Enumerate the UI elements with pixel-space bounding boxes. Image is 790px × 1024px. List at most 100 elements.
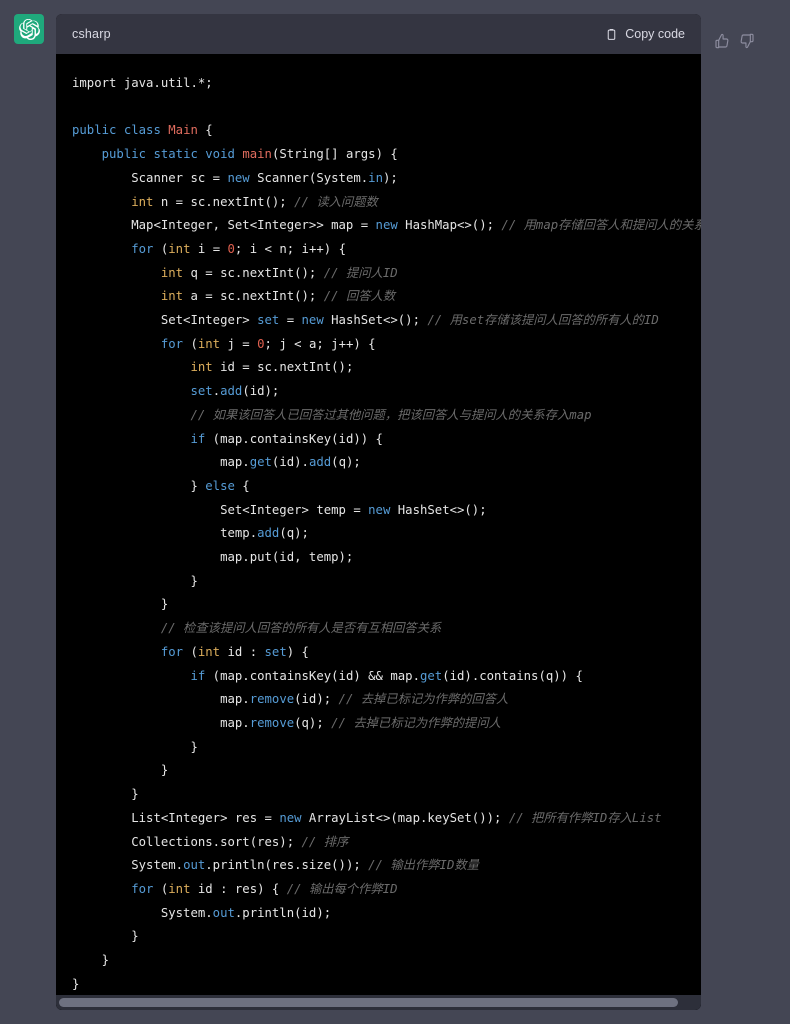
code-token: 0 (257, 337, 264, 351)
code-token: Main (168, 123, 198, 137)
code-token: // 回答人数 (324, 289, 395, 303)
code-token: } (190, 574, 197, 588)
code-token: add (257, 526, 279, 540)
code-token: // 检查该提问人回答的所有人是否有互相回答关系 (161, 621, 441, 635)
code-token: Scanner(System. (250, 171, 368, 185)
code-token: int (198, 645, 220, 659)
code-token: (q); (331, 455, 361, 469)
code-token: else (205, 479, 235, 493)
code-token: for (161, 645, 183, 659)
code-token: // 把所有作弊ID存入List (509, 811, 662, 825)
code-token: (q); (279, 526, 309, 540)
code-token: ; i < n; i++) { (235, 242, 346, 256)
code-token: int (131, 195, 153, 209)
code-token: add (309, 455, 331, 469)
code-token: ( (183, 337, 198, 351)
code-token: } (72, 977, 79, 991)
code-token: if (190, 669, 205, 683)
code-token: HashMap<>(); (398, 218, 502, 232)
code-token: new (302, 313, 324, 327)
code-token: for (131, 242, 153, 256)
code-token: HashSet<>(); (390, 503, 486, 517)
code-token: { (235, 479, 250, 493)
code-token: List<Integer> res = (131, 811, 279, 825)
thumbs-down-icon[interactable] (739, 33, 755, 49)
code-token: id : res) { (190, 882, 286, 896)
code-token: } (102, 953, 109, 967)
avatar (14, 14, 44, 44)
code-token: n = sc.nextInt(); (153, 195, 294, 209)
code-token: .println(res.size()); (205, 858, 368, 872)
code-token: = (279, 313, 301, 327)
code-scroll-area[interactable]: import java.util.*; public class Main { … (56, 54, 701, 1010)
chatgpt-logo-icon (19, 19, 40, 40)
code-token: for (161, 337, 183, 351)
code-token: // 提问人ID (324, 266, 398, 280)
clipboard-icon (605, 28, 618, 41)
code-token: map. (220, 692, 250, 706)
code-token: if (190, 432, 205, 446)
scrollbar-thumb[interactable] (59, 998, 678, 1007)
code-token: int (168, 242, 190, 256)
code-token: map.put(id, temp); (220, 550, 353, 564)
code-token: // 如果该回答人已回答过其他问题，把该回答人与提问人的关系存入map (190, 408, 591, 422)
message-reactions (701, 14, 755, 1024)
code-token: // 用set存储该提问人回答的所有人的ID (427, 313, 658, 327)
code-token: map. (220, 455, 250, 469)
copy-code-button[interactable]: Copy code (605, 27, 685, 41)
code-token: // 输出每个作弊ID (287, 882, 398, 896)
code-block-header: csharp Copy code (56, 14, 701, 54)
chat-message-row: csharp Copy code import java.util.*; pub… (0, 0, 790, 1024)
code-token: map. (220, 716, 250, 730)
code-token: int (190, 360, 212, 374)
code-token: Map<Integer, Set<Integer>> map = (131, 218, 375, 232)
code-token: set (265, 645, 287, 659)
code-token: // 排序 (302, 835, 349, 849)
code-token: } (131, 787, 138, 801)
thumbs-up-icon[interactable] (714, 33, 730, 49)
code-token: .println(id); (235, 906, 331, 920)
code-token: } (190, 740, 197, 754)
code-token: remove (250, 692, 294, 706)
code-token: id = sc.nextInt(); (213, 360, 354, 374)
code-token: int (161, 266, 183, 280)
code-token: // 去掉已标记为作弊的回答人 (339, 692, 509, 706)
code-language-label: csharp (72, 27, 605, 41)
code-token: ( (153, 882, 168, 896)
code-token: Collections.sort(res); (131, 835, 301, 849)
code-token: (String[] args) { (272, 147, 398, 161)
code-token: . (213, 384, 220, 398)
code-token: temp. (220, 526, 257, 540)
code-token: j = (220, 337, 257, 351)
code-token: get (420, 669, 442, 683)
code-token: (id).contains(q)) { (442, 669, 583, 683)
code-token: { (198, 123, 213, 137)
code-token: ); (383, 171, 398, 185)
code-token: } (131, 929, 138, 943)
code-token: // 输出作弊ID数量 (368, 858, 479, 872)
code-token: int (161, 289, 183, 303)
code-token: (id); (242, 384, 279, 398)
code-token: i = (190, 242, 227, 256)
code-token: } (161, 597, 168, 611)
code-token: new (279, 811, 301, 825)
message-content: csharp Copy code import java.util.*; pub… (56, 14, 790, 1024)
code-token: ArrayList<>(map.keySet()); (302, 811, 509, 825)
code-token: (q); (294, 716, 331, 730)
code-token: Set<Integer> (161, 313, 257, 327)
code-token: main (242, 147, 272, 161)
horizontal-scrollbar[interactable] (56, 995, 701, 1010)
code-token: // 用map存储回答人和提问人的关系 (501, 218, 701, 232)
code-token: id : (220, 645, 264, 659)
code-token: static (153, 147, 197, 161)
code-token: (id). (272, 455, 309, 469)
code-token: } (190, 479, 205, 493)
code-token: int (168, 882, 190, 896)
code-token: HashSet<>(); (324, 313, 428, 327)
code-token: ( (183, 645, 198, 659)
code-token (116, 123, 123, 137)
code-token: public (72, 123, 116, 137)
code-token: (id); (294, 692, 338, 706)
code-token: 0 (228, 242, 235, 256)
code-token: in (368, 171, 383, 185)
